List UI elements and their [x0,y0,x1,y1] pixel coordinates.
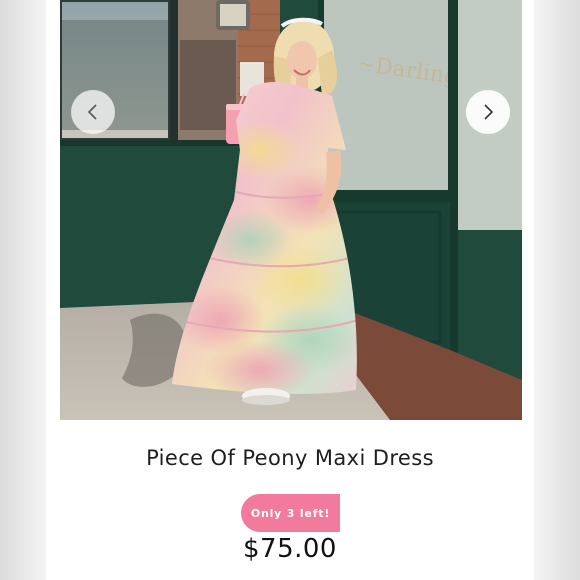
page-margin-right [534,0,580,580]
product-photo-illustration: ~Darling [60,0,522,420]
product-photo[interactable]: ~Darling [60,0,522,420]
stock-badge: Only 3 left! [241,494,340,532]
gallery-next-button[interactable] [466,90,510,134]
gallery-prev-button[interactable] [71,90,115,134]
product-price: $75.00 [243,534,337,564]
page-margin-left [0,0,46,580]
chevron-right-icon [484,104,494,120]
product-title: Piece Of Peony Maxi Dress [146,446,434,470]
chevron-left-icon [87,104,97,120]
